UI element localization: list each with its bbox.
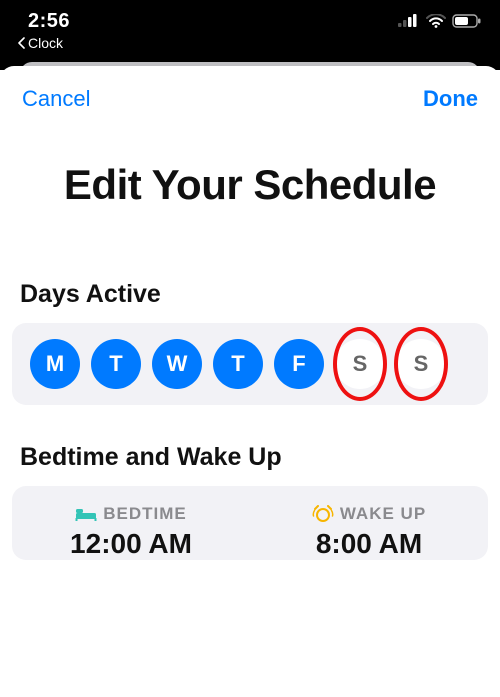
cellular-icon: [398, 14, 420, 28]
day-toggle-5[interactable]: S: [335, 339, 385, 389]
days-active-header: Days Active: [0, 280, 500, 323]
wifi-icon: [426, 14, 446, 28]
wakeup-value: 8:00 AM: [316, 528, 422, 560]
status-back-app[interactable]: Clock: [18, 35, 70, 51]
day-toggle-0[interactable]: M: [30, 339, 80, 389]
sheet-nav: Cancel Done: [0, 66, 500, 122]
done-button[interactable]: Done: [423, 86, 478, 112]
chevron-left-icon: [18, 37, 26, 49]
status-time: 2:56: [18, 10, 70, 33]
page-title: Edit Your Schedule: [20, 160, 480, 210]
wakeup-column[interactable]: WAKE UP 8:00 AM: [250, 504, 488, 560]
wakeup-label: WAKE UP: [340, 504, 426, 524]
days-active-row: MTWTFSS: [12, 323, 488, 405]
bedtime-header: Bedtime and Wake Up: [0, 443, 500, 486]
annotation-highlight: [333, 327, 387, 401]
bedtime-value: 12:00 AM: [70, 528, 192, 560]
bedtime-label: BEDTIME: [103, 504, 187, 524]
day-toggle-6[interactable]: S: [396, 339, 446, 389]
bedtime-column[interactable]: BEDTIME 12:00 AM: [12, 504, 250, 560]
edit-schedule-sheet: Cancel Done Edit Your Schedule Days Acti…: [0, 66, 500, 560]
cancel-button[interactable]: Cancel: [22, 86, 90, 112]
day-toggle-1[interactable]: T: [91, 339, 141, 389]
day-toggle-2[interactable]: W: [152, 339, 202, 389]
status-indicators: [398, 14, 482, 28]
alarm-icon: [312, 505, 334, 523]
bed-icon: [75, 506, 97, 522]
bedtime-card: BEDTIME 12:00 AM WAKE UP 8:00 AM: [12, 486, 488, 560]
battery-icon: [452, 14, 482, 28]
day-toggle-4[interactable]: F: [274, 339, 324, 389]
status-bar: 2:56 Clock: [0, 0, 500, 62]
day-toggle-3[interactable]: T: [213, 339, 263, 389]
annotation-highlight: [394, 327, 448, 401]
